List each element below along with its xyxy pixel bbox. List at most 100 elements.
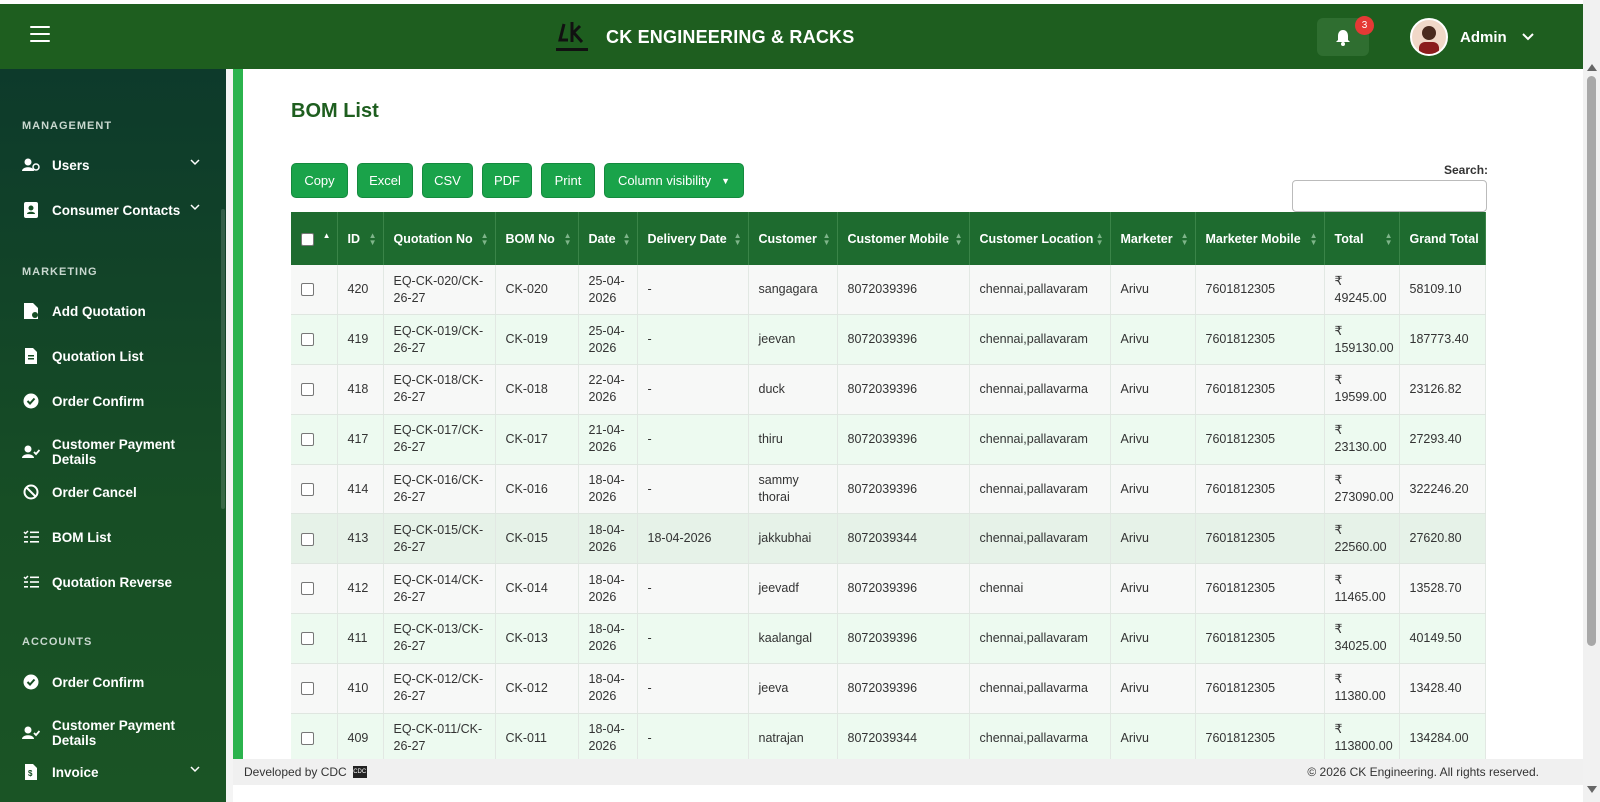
row-select-cell[interactable] [291, 563, 338, 615]
column-header[interactable]: Total ▲ ▼ [1324, 212, 1400, 265]
csv-button[interactable]: CSV [422, 163, 473, 198]
user-name: Admin [1460, 28, 1507, 46]
column-header[interactable]: Delivery Date ▲ ▼ [637, 212, 749, 265]
sidebar-item-invoice[interactable]: $ Invoice [22, 763, 212, 781]
table-row[interactable]: 420 EQ-CK-020/CK-26-27 CK-020 25-04-2026- sa… [291, 265, 1486, 316]
table-row[interactable]: 412 EQ-CK-014/CK-26-27 CK-014 18-04-2026- je… [291, 563, 1486, 615]
table-row[interactable]: 411 EQ-CK-013/CK-26-27 CK-013 18-04-2026- ka… [291, 613, 1486, 664]
sidebar-item-add-quotation[interactable]: Add Quotation [22, 302, 212, 320]
page-scrollbar[interactable] [1583, 0, 1600, 802]
row-checkbox[interactable] [301, 333, 314, 347]
column-header[interactable]: ID ▲ ▼ [337, 212, 384, 265]
row-checkbox[interactable] [301, 383, 314, 397]
row-select-cell[interactable] [291, 414, 338, 465]
row-select-cell[interactable] [291, 464, 338, 515]
table-row[interactable]: 413 EQ-CK-015/CK-26-27 CK-015 18-04-2026 18-… [291, 513, 1486, 565]
chevron-down-icon [190, 766, 200, 773]
search-input[interactable] [1292, 180, 1487, 212]
sidebar-item-customer-payment-details[interactable]: Customer Payment Details [22, 437, 212, 467]
cell-grand-total: 134284.00 [1399, 713, 1486, 764]
row-select-cell[interactable] [291, 364, 338, 415]
cell-date: 18-04-2026 [578, 513, 638, 565]
row-checkbox[interactable] [301, 432, 314, 446]
row-select-cell[interactable] [291, 663, 338, 714]
column-header[interactable]: Customer Location ▲ ▼ [969, 212, 1111, 265]
cell-id: 414 [337, 464, 384, 515]
print-button[interactable]: Print [541, 163, 595, 198]
cell-total: ₹ 22560.00 [1324, 513, 1400, 565]
row-select-cell[interactable] [291, 513, 338, 565]
column-header[interactable]: Date ▲ ▼ [578, 212, 638, 265]
row-select-cell[interactable] [291, 713, 338, 764]
cell-grand-total: 27620.80 [1399, 513, 1486, 565]
copy-button[interactable]: Copy [291, 163, 348, 198]
cell-marketer: Arivu [1110, 713, 1196, 764]
cell-customer: kaalangal [748, 613, 838, 664]
table-row[interactable]: 419 EQ-CK-019/CK-26-27 CK-019 25-04-2026- je… [291, 314, 1486, 366]
cell-grand-total: 23126.82 [1399, 364, 1486, 415]
cell-location: chennai,pallavarma [969, 713, 1111, 764]
cell-delivery-date: - [637, 364, 749, 415]
table-row[interactable]: 409 EQ-CK-011/CK-26-27 CK-011 18-04-2026- na… [291, 713, 1486, 764]
sidebar-item-users[interactable]: Users [22, 156, 212, 174]
row-select-cell[interactable] [291, 613, 338, 664]
bom-table: ▲ ID ▲ ▼ Quotation No ▲ ▼ BOM No ▲ ▼ Date ▲ ▼ De… [291, 212, 1486, 764]
row-select-cell[interactable] [291, 265, 338, 316]
cell-marketer-mobile: 7601812305 [1195, 464, 1325, 515]
cell-customer-mobile: 8072039396 [837, 563, 970, 615]
pdf-button[interactable]: PDF [482, 163, 532, 198]
table-row[interactable]: 414 EQ-CK-016/CK-26-27 CK-016 18-04-2026- sa… [291, 464, 1486, 515]
row-checkbox[interactable] [301, 532, 314, 546]
cell-bom-no: CK-017 [495, 414, 579, 465]
cell-grand-total: 13428.40 [1399, 663, 1486, 714]
sidebar-item-bom-list[interactable]: BOM List [22, 528, 212, 546]
cell-bom-no: CK-011 [495, 713, 579, 764]
cell-quotation-no: EQ-CK-015/CK-26-27 [383, 513, 496, 565]
sidebar-gutter [226, 69, 233, 802]
row-checkbox[interactable] [301, 482, 314, 496]
cell-location: chennai,pallavaram [969, 314, 1111, 366]
cell-quotation-no: EQ-CK-013/CK-26-27 [383, 613, 496, 664]
user-menu[interactable]: Admin [1410, 18, 1535, 56]
column-header[interactable]: BOM No ▲ ▼ [495, 212, 579, 265]
cell-bom-no: CK-018 [495, 364, 579, 415]
table-row[interactable]: 417 EQ-CK-017/CK-26-27 CK-017 21-04-2026- th… [291, 414, 1486, 465]
excel-button[interactable]: Excel [357, 163, 413, 198]
row-checkbox[interactable] [301, 681, 314, 695]
cell-total: ₹ 34025.00 [1324, 613, 1400, 664]
sidebar-item-order-cancel[interactable]: Order Cancel [22, 483, 212, 501]
sidebar-item-consumer-contacts[interactable]: Consumer Contacts [22, 201, 212, 219]
select-all-checkbox[interactable] [301, 232, 314, 246]
table-row[interactable]: 418 EQ-CK-018/CK-26-27 CK-018 22-04-2026- du… [291, 364, 1486, 415]
row-select-cell[interactable] [291, 314, 338, 366]
row-checkbox[interactable] [301, 582, 314, 596]
cell-marketer: Arivu [1110, 513, 1196, 565]
page-title: BOM List [291, 100, 379, 122]
cell-quotation-no: EQ-CK-011/CK-26-27 [383, 713, 496, 764]
sidebar-item-order-confirm[interactable]: Order Confirm [22, 392, 212, 410]
column-header[interactable]: Customer Mobile ▲ ▼ [837, 212, 970, 265]
scroll-down-arrow-icon[interactable] [1587, 786, 1597, 793]
brand[interactable]: CK ENGINEERING & RACKS [552, 18, 854, 56]
column-header[interactable]: Marketer ▲ ▼ [1110, 212, 1196, 265]
column-header[interactable]: Marketer Mobile ▲ ▼ [1195, 212, 1325, 265]
sidebar-item-quotation-list[interactable]: Quotation List [22, 347, 212, 365]
scroll-up-arrow-icon[interactable] [1587, 64, 1597, 71]
sidebar-item-accounts-order-confirm[interactable]: Order Confirm [22, 673, 212, 691]
hamburger-menu-icon[interactable] [30, 26, 50, 44]
column-header[interactable]: Customer ▲ ▼ [748, 212, 838, 265]
column-header[interactable]: Grand Total [1399, 212, 1486, 265]
cell-grand-total: 13528.70 [1399, 563, 1486, 615]
sidebar-item-quotation-reverse[interactable]: Quotation Reverse [22, 573, 212, 591]
column-visibility-button[interactable]: Column visibility ▼ [604, 163, 744, 198]
cell-total: ₹ 23130.00 [1324, 414, 1400, 465]
sidebar-item-accounts-customer-payment-details[interactable]: Customer Payment Details [22, 718, 212, 748]
select-all-header[interactable]: ▲ [291, 212, 338, 265]
sidebar-scrollbar[interactable] [221, 209, 225, 509]
scrollbar-thumb[interactable] [1587, 76, 1596, 646]
row-checkbox[interactable] [301, 283, 314, 297]
table-row[interactable]: 410 EQ-CK-012/CK-26-27 CK-012 18-04-2026- je… [291, 663, 1486, 714]
row-checkbox[interactable] [301, 632, 314, 646]
row-checkbox[interactable] [301, 731, 314, 745]
column-header[interactable]: Quotation No ▲ ▼ [383, 212, 496, 265]
